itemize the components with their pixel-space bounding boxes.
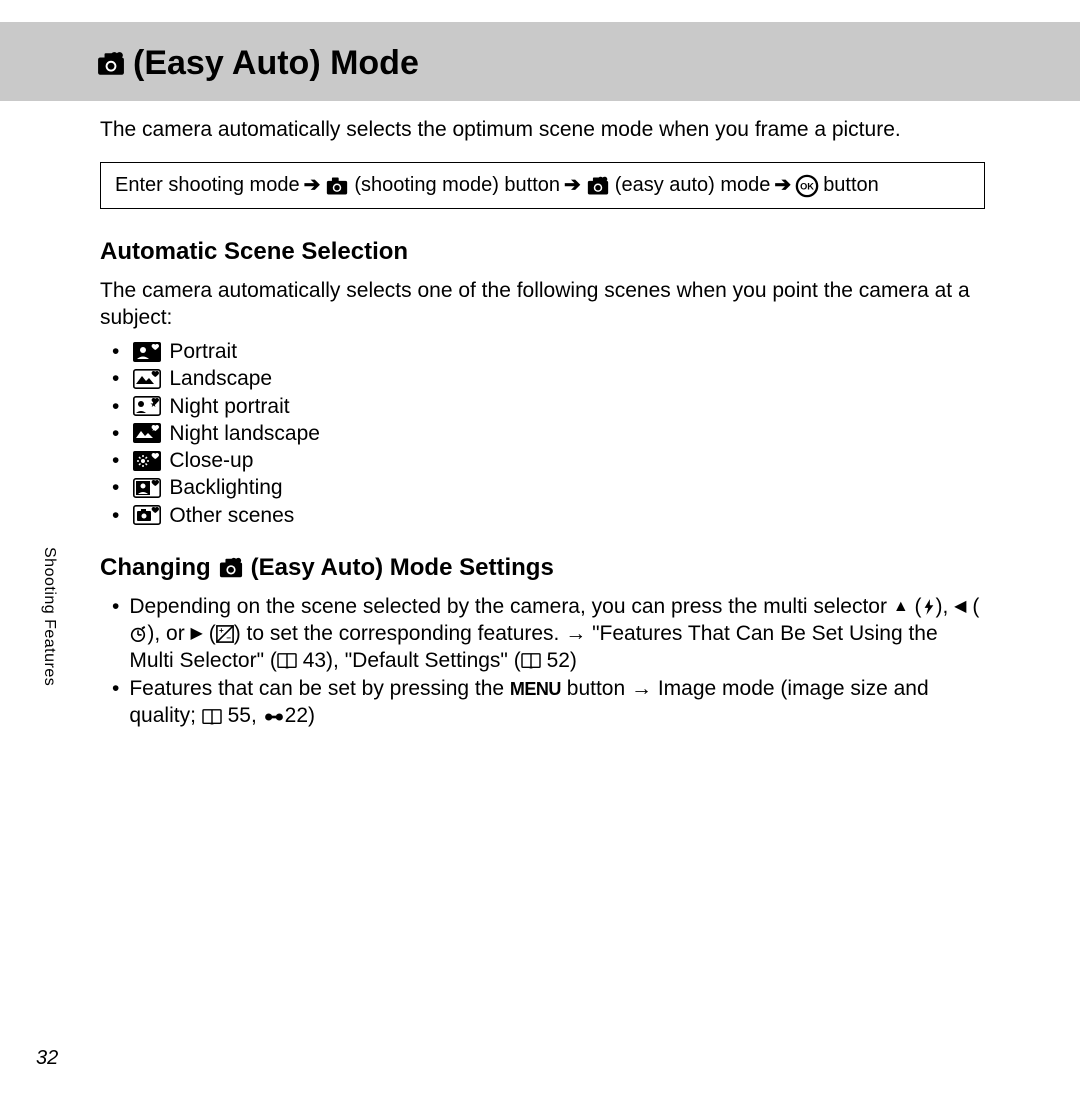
- arrow-right-icon: [774, 173, 791, 199]
- settings-item-menu: Features that can be set by pressing the…: [100, 676, 985, 730]
- ok-button-icon: [795, 174, 819, 198]
- manual-ref-icon: [521, 652, 541, 670]
- scene-item-landscape: Landscape: [100, 365, 985, 392]
- reference-link-icon: [263, 709, 285, 725]
- scene-label: Night portrait: [169, 393, 289, 420]
- scene-label: Close-up: [169, 447, 253, 474]
- scene-item-night-landscape: ★ Night landscape: [100, 420, 985, 447]
- camera-icon: [324, 175, 350, 197]
- page-title-text: (Easy Auto) Mode: [133, 44, 419, 83]
- backlighting-badge-icon: [133, 478, 161, 498]
- section-side-tab: Shooting Features: [40, 547, 58, 686]
- settings-list: Depending on the scene selected by the c…: [100, 594, 985, 730]
- scene-item-portrait: Portrait: [100, 338, 985, 365]
- page-title: (Easy Auto) Mode: [95, 44, 1080, 83]
- scene-list: Portrait Landscape ★ Night portrait ★ Ni…: [100, 338, 985, 529]
- right-arrow-icon: [191, 624, 203, 644]
- main-content: The camera automatically selects the opt…: [0, 101, 1080, 730]
- scene-label: Night landscape: [169, 420, 320, 447]
- scene-label: Backlighting: [169, 474, 282, 501]
- night-portrait-badge-icon: ★: [133, 396, 161, 416]
- page-number: 32: [36, 1047, 58, 1070]
- nav-step-1: Enter shooting mode: [115, 173, 300, 199]
- landscape-badge-icon: [133, 369, 161, 389]
- easy-auto-icon: [585, 175, 611, 197]
- scene-item-closeup: Close-up: [100, 447, 985, 474]
- arrow-right-thin-icon: [631, 676, 652, 703]
- easy-auto-icon: [217, 556, 245, 580]
- heading-part-b: (Easy Auto) Mode Settings: [251, 553, 554, 584]
- easy-auto-icon: [95, 50, 127, 78]
- auto-scene-para: The camera automatically selects one of …: [100, 278, 985, 332]
- section-heading-auto-scene: Automatic Scene Selection: [100, 237, 985, 268]
- title-band: (Easy Auto) Mode: [0, 22, 1080, 101]
- exposure-comp-icon: [216, 625, 234, 643]
- manual-ref-icon: [202, 708, 222, 726]
- left-arrow-icon: [954, 597, 966, 617]
- manual-ref-icon: [277, 652, 297, 670]
- settings-item-multiselector: Depending on the scene selected by the c…: [100, 594, 985, 675]
- arrow-right-thin-icon: [565, 621, 586, 648]
- nav-step-3: (easy auto) mode: [615, 173, 771, 199]
- scene-item-other: Other scenes: [100, 502, 985, 529]
- arrow-right-icon: [564, 173, 581, 199]
- menu-button-label: MENU: [510, 679, 561, 699]
- navigation-path-box: Enter shooting mode (shooting mode) butt…: [100, 162, 985, 210]
- portrait-badge-icon: [133, 342, 161, 362]
- svg-text:★: ★: [151, 425, 157, 433]
- scene-item-backlighting: Backlighting: [100, 474, 985, 501]
- flash-icon: [922, 598, 936, 616]
- nav-step-4: button: [823, 173, 879, 199]
- scene-item-night-portrait: ★ Night portrait: [100, 393, 985, 420]
- scene-label: Portrait: [169, 338, 237, 365]
- section-heading-changing-settings: Changing (Easy Auto) Mode Settings: [100, 553, 985, 584]
- night-landscape-badge-icon: ★: [133, 423, 161, 443]
- nav-step-2: (shooting mode) button: [354, 173, 560, 199]
- heading-part-a: Changing: [100, 553, 211, 584]
- intro-text: The camera automatically selects the opt…: [100, 117, 985, 144]
- up-arrow-icon: [893, 597, 909, 617]
- scene-label: Other scenes: [169, 502, 294, 529]
- scene-label: Landscape: [169, 365, 272, 392]
- self-timer-icon: [129, 625, 147, 643]
- arrow-right-icon: [304, 173, 321, 199]
- svg-text:★: ★: [150, 400, 157, 409]
- other-scenes-badge-icon: [133, 505, 161, 525]
- closeup-badge-icon: [133, 451, 161, 471]
